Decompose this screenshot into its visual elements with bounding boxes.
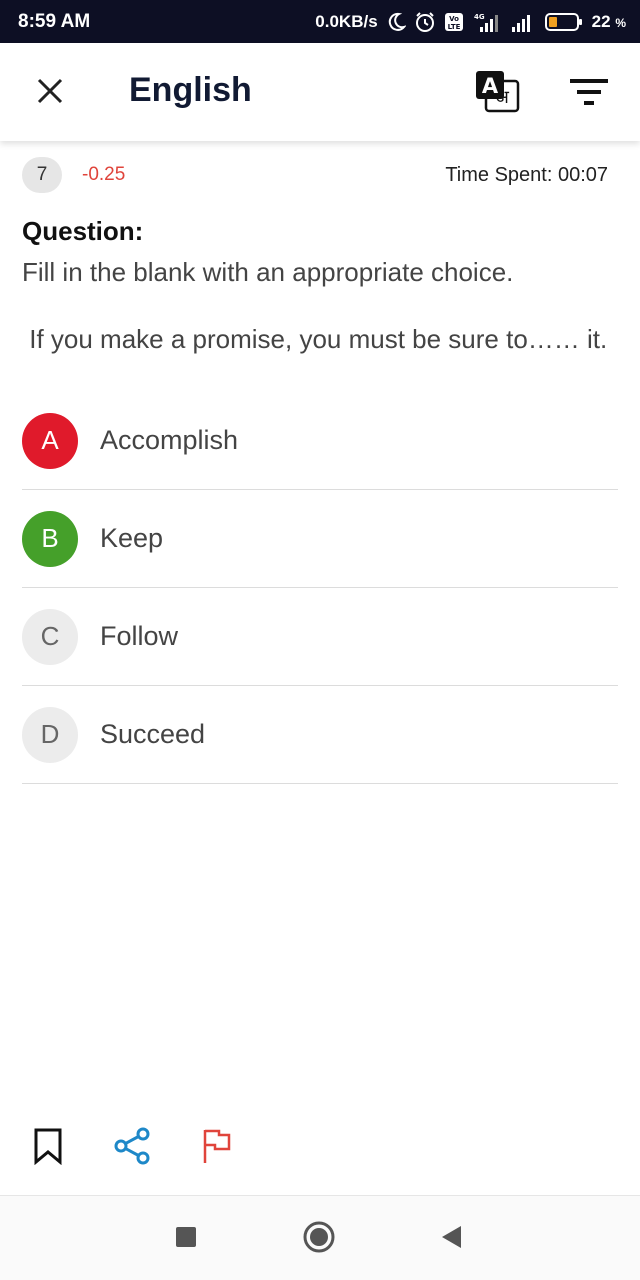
option-c[interactable]: C Follow (22, 588, 618, 686)
option-text: Accomplish (100, 425, 239, 455)
moon-icon (386, 12, 406, 32)
back-button[interactable] (434, 1222, 468, 1256)
report-button[interactable] (198, 1128, 234, 1168)
svg-text:A: A (482, 74, 499, 98)
filter-icon (568, 79, 612, 115)
svg-text:LTE: LTE (447, 23, 460, 31)
share-button[interactable] (113, 1127, 151, 1170)
option-b[interactable]: B Keep (22, 490, 618, 588)
back-icon (439, 1224, 463, 1255)
option-letter-badge: C (22, 608, 78, 665)
option-text: Follow (100, 621, 179, 651)
option-letter-badge: D (22, 706, 78, 763)
share-icon (113, 1127, 151, 1170)
bookmark-button[interactable] (30, 1128, 66, 1168)
status-time: 8:59 AM (18, 10, 91, 32)
translate-button[interactable]: अ A (472, 69, 522, 115)
time-spent: Time Spent: 00:07 (445, 163, 608, 186)
question-number-badge: 7 (22, 157, 62, 193)
system-nav-bar (0, 1195, 640, 1280)
report-flag-icon (200, 1127, 232, 1170)
question-actions (30, 1127, 282, 1170)
home-icon (302, 1220, 336, 1259)
question-heading: Question: (22, 216, 144, 246)
signal-4g-icon: 4G (472, 11, 502, 33)
filter-button[interactable] (568, 75, 612, 111)
status-bar: 8:59 AM 0.0KB/s Vo LTE 4G 22 % (0, 0, 640, 43)
svg-text:Vo: Vo (449, 15, 459, 23)
option-text: Succeed (100, 719, 206, 749)
translate-icon: अ A (472, 71, 522, 119)
battery-icon (544, 11, 584, 33)
bookmark-icon (32, 1127, 64, 1170)
recents-icon (175, 1226, 197, 1253)
page-title: English (129, 71, 252, 109)
alarm-icon (414, 11, 436, 33)
signal-icon (510, 11, 536, 33)
home-button[interactable] (302, 1220, 336, 1259)
battery-percent: 22 % (591, 11, 626, 31)
volte-icon: Vo LTE (444, 12, 464, 32)
question-sentence: If you make a promise, you must be sure … (22, 324, 608, 354)
options-list: A Accomplish B Keep C Follow D Succeed (22, 392, 618, 784)
svg-text:4G: 4G (474, 13, 485, 21)
app-header: English अ A (0, 43, 640, 141)
option-letter-badge: B (22, 510, 78, 567)
negative-marks: -0.25 (82, 164, 126, 185)
question-body: Fill in the blank with an appropriate ch… (22, 256, 618, 356)
question-meta: 7 -0.25 Time Spent: 00:07 (22, 155, 608, 195)
recents-button[interactable] (169, 1222, 203, 1256)
option-a[interactable]: A Accomplish (22, 392, 618, 490)
option-d[interactable]: D Succeed (22, 686, 618, 784)
question-instruction: Fill in the blank with an appropriate ch… (22, 257, 514, 287)
close-icon (37, 78, 63, 109)
option-letter-badge: A (22, 412, 78, 469)
close-button[interactable] (30, 73, 70, 113)
status-indicators: 0.0KB/s Vo LTE 4G 22 % (315, 11, 626, 33)
net-speed: 0.0KB/s (315, 11, 378, 31)
option-text: Keep (100, 523, 164, 553)
